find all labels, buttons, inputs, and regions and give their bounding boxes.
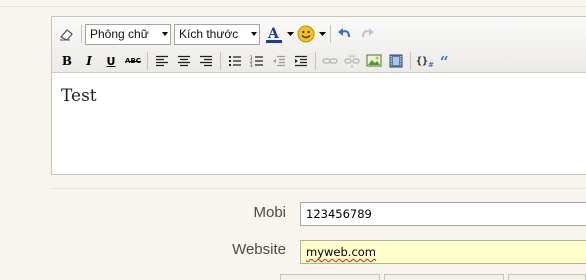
- remove-format-button[interactable]: [56, 23, 78, 45]
- code-button[interactable]: {} #: [414, 50, 436, 72]
- numbered-list-button[interactable]: 1 2 3: [246, 50, 268, 72]
- bottom-button-1[interactable]: [280, 274, 380, 280]
- underline-icon: U: [106, 54, 116, 68]
- toolbar-separator: [147, 52, 148, 70]
- toolbar-row-2: B I U ABC 1 2 3 {} # “: [52, 49, 458, 73]
- font-size-label: Kích thước: [179, 27, 239, 41]
- toolbar-separator: [220, 52, 221, 70]
- svg-text:“: “: [440, 55, 449, 67]
- strikethrough-icon: ABC: [125, 57, 141, 65]
- emoticon-button[interactable]: [295, 23, 317, 45]
- mobile-input[interactable]: 123456789: [300, 202, 586, 226]
- website-label: Website: [232, 241, 286, 258]
- svg-text:#: #: [428, 61, 434, 68]
- redo-icon: [361, 28, 374, 38]
- align-center-button[interactable]: [173, 50, 195, 72]
- align-right-icon: [200, 55, 212, 67]
- quote-button[interactable]: “: [436, 50, 458, 72]
- link-icon: [322, 58, 338, 64]
- bullet-list-button[interactable]: [224, 50, 246, 72]
- quote-icon: “: [440, 55, 449, 67]
- emoticon-dropdown[interactable]: [317, 23, 327, 45]
- toolbar-separator: [330, 25, 331, 43]
- bullet-list-icon: [229, 56, 241, 66]
- italic-button[interactable]: I: [78, 50, 100, 72]
- italic-icon: I: [86, 54, 92, 68]
- strikethrough-button[interactable]: ABC: [122, 50, 144, 72]
- bottom-button-3[interactable]: [508, 274, 586, 280]
- toolbar-row-1: Phông chữ Kích thước A: [52, 22, 378, 46]
- film-icon: [389, 54, 403, 68]
- align-right-button[interactable]: [195, 50, 217, 72]
- eraser-icon: [60, 29, 73, 41]
- font-family-label: Phông chữ: [90, 27, 149, 41]
- website-input[interactable]: myweb.com: [300, 240, 586, 264]
- toolbar-separator: [410, 52, 411, 70]
- bold-icon: B: [61, 54, 73, 68]
- smiley-icon: [297, 25, 315, 43]
- section-divider: [51, 188, 586, 189]
- unlink-button[interactable]: [341, 50, 363, 72]
- indent-button[interactable]: [290, 50, 312, 72]
- editor-content-text: Test: [61, 86, 97, 106]
- chevron-down-icon: [159, 25, 170, 44]
- insert-link-button[interactable]: [319, 50, 341, 72]
- insert-image-button[interactable]: [363, 50, 385, 72]
- editor-content-area[interactable]: Test: [52, 74, 586, 174]
- text-color-button[interactable]: A: [263, 23, 285, 45]
- undo-icon: [338, 28, 351, 38]
- top-divider: [0, 6, 586, 7]
- indent-icon: [295, 55, 307, 67]
- website-input-value: myweb.com: [306, 245, 377, 259]
- outdent-icon: [273, 55, 285, 67]
- text-color-dropdown[interactable]: [285, 23, 295, 45]
- bottom-button-2[interactable]: [384, 274, 504, 280]
- font-family-select[interactable]: Phông chữ: [85, 23, 171, 45]
- font-size-select[interactable]: Kích thước: [174, 23, 260, 45]
- editor-toolbar: Phông chữ Kích thước A B I U ABC 1 2 3 {…: [52, 17, 586, 73]
- numbered-list-icon: 1 2 3: [250, 55, 263, 67]
- unlink-icon: [344, 54, 360, 68]
- chevron-down-icon: [318, 31, 326, 36]
- underline-button[interactable]: U: [100, 50, 122, 72]
- toolbar-separator: [81, 25, 82, 43]
- mobile-input-value: 123456789: [306, 207, 372, 221]
- chevron-down-icon: [286, 31, 294, 36]
- outdent-button[interactable]: [268, 50, 290, 72]
- align-left-icon: [156, 55, 168, 67]
- code-braces-icon: {} #: [416, 56, 434, 68]
- text-color-icon: A: [266, 26, 282, 43]
- redo-button[interactable]: [356, 23, 378, 45]
- undo-button[interactable]: [334, 23, 356, 45]
- svg-text:{}: {}: [416, 56, 428, 67]
- svg-text:A: A: [267, 26, 280, 42]
- rich-text-editor: Phông chữ Kích thước A B I U ABC 1 2 3 {…: [51, 16, 586, 175]
- mobile-label: Mobi: [253, 204, 286, 221]
- align-center-icon: [178, 55, 190, 67]
- bold-button[interactable]: B: [56, 50, 78, 72]
- svg-text:3: 3: [250, 63, 253, 67]
- chevron-down-icon: [248, 25, 259, 44]
- toolbar-separator: [315, 52, 316, 70]
- align-left-button[interactable]: [151, 50, 173, 72]
- insert-media-button[interactable]: [385, 50, 407, 72]
- image-icon: [366, 54, 382, 67]
